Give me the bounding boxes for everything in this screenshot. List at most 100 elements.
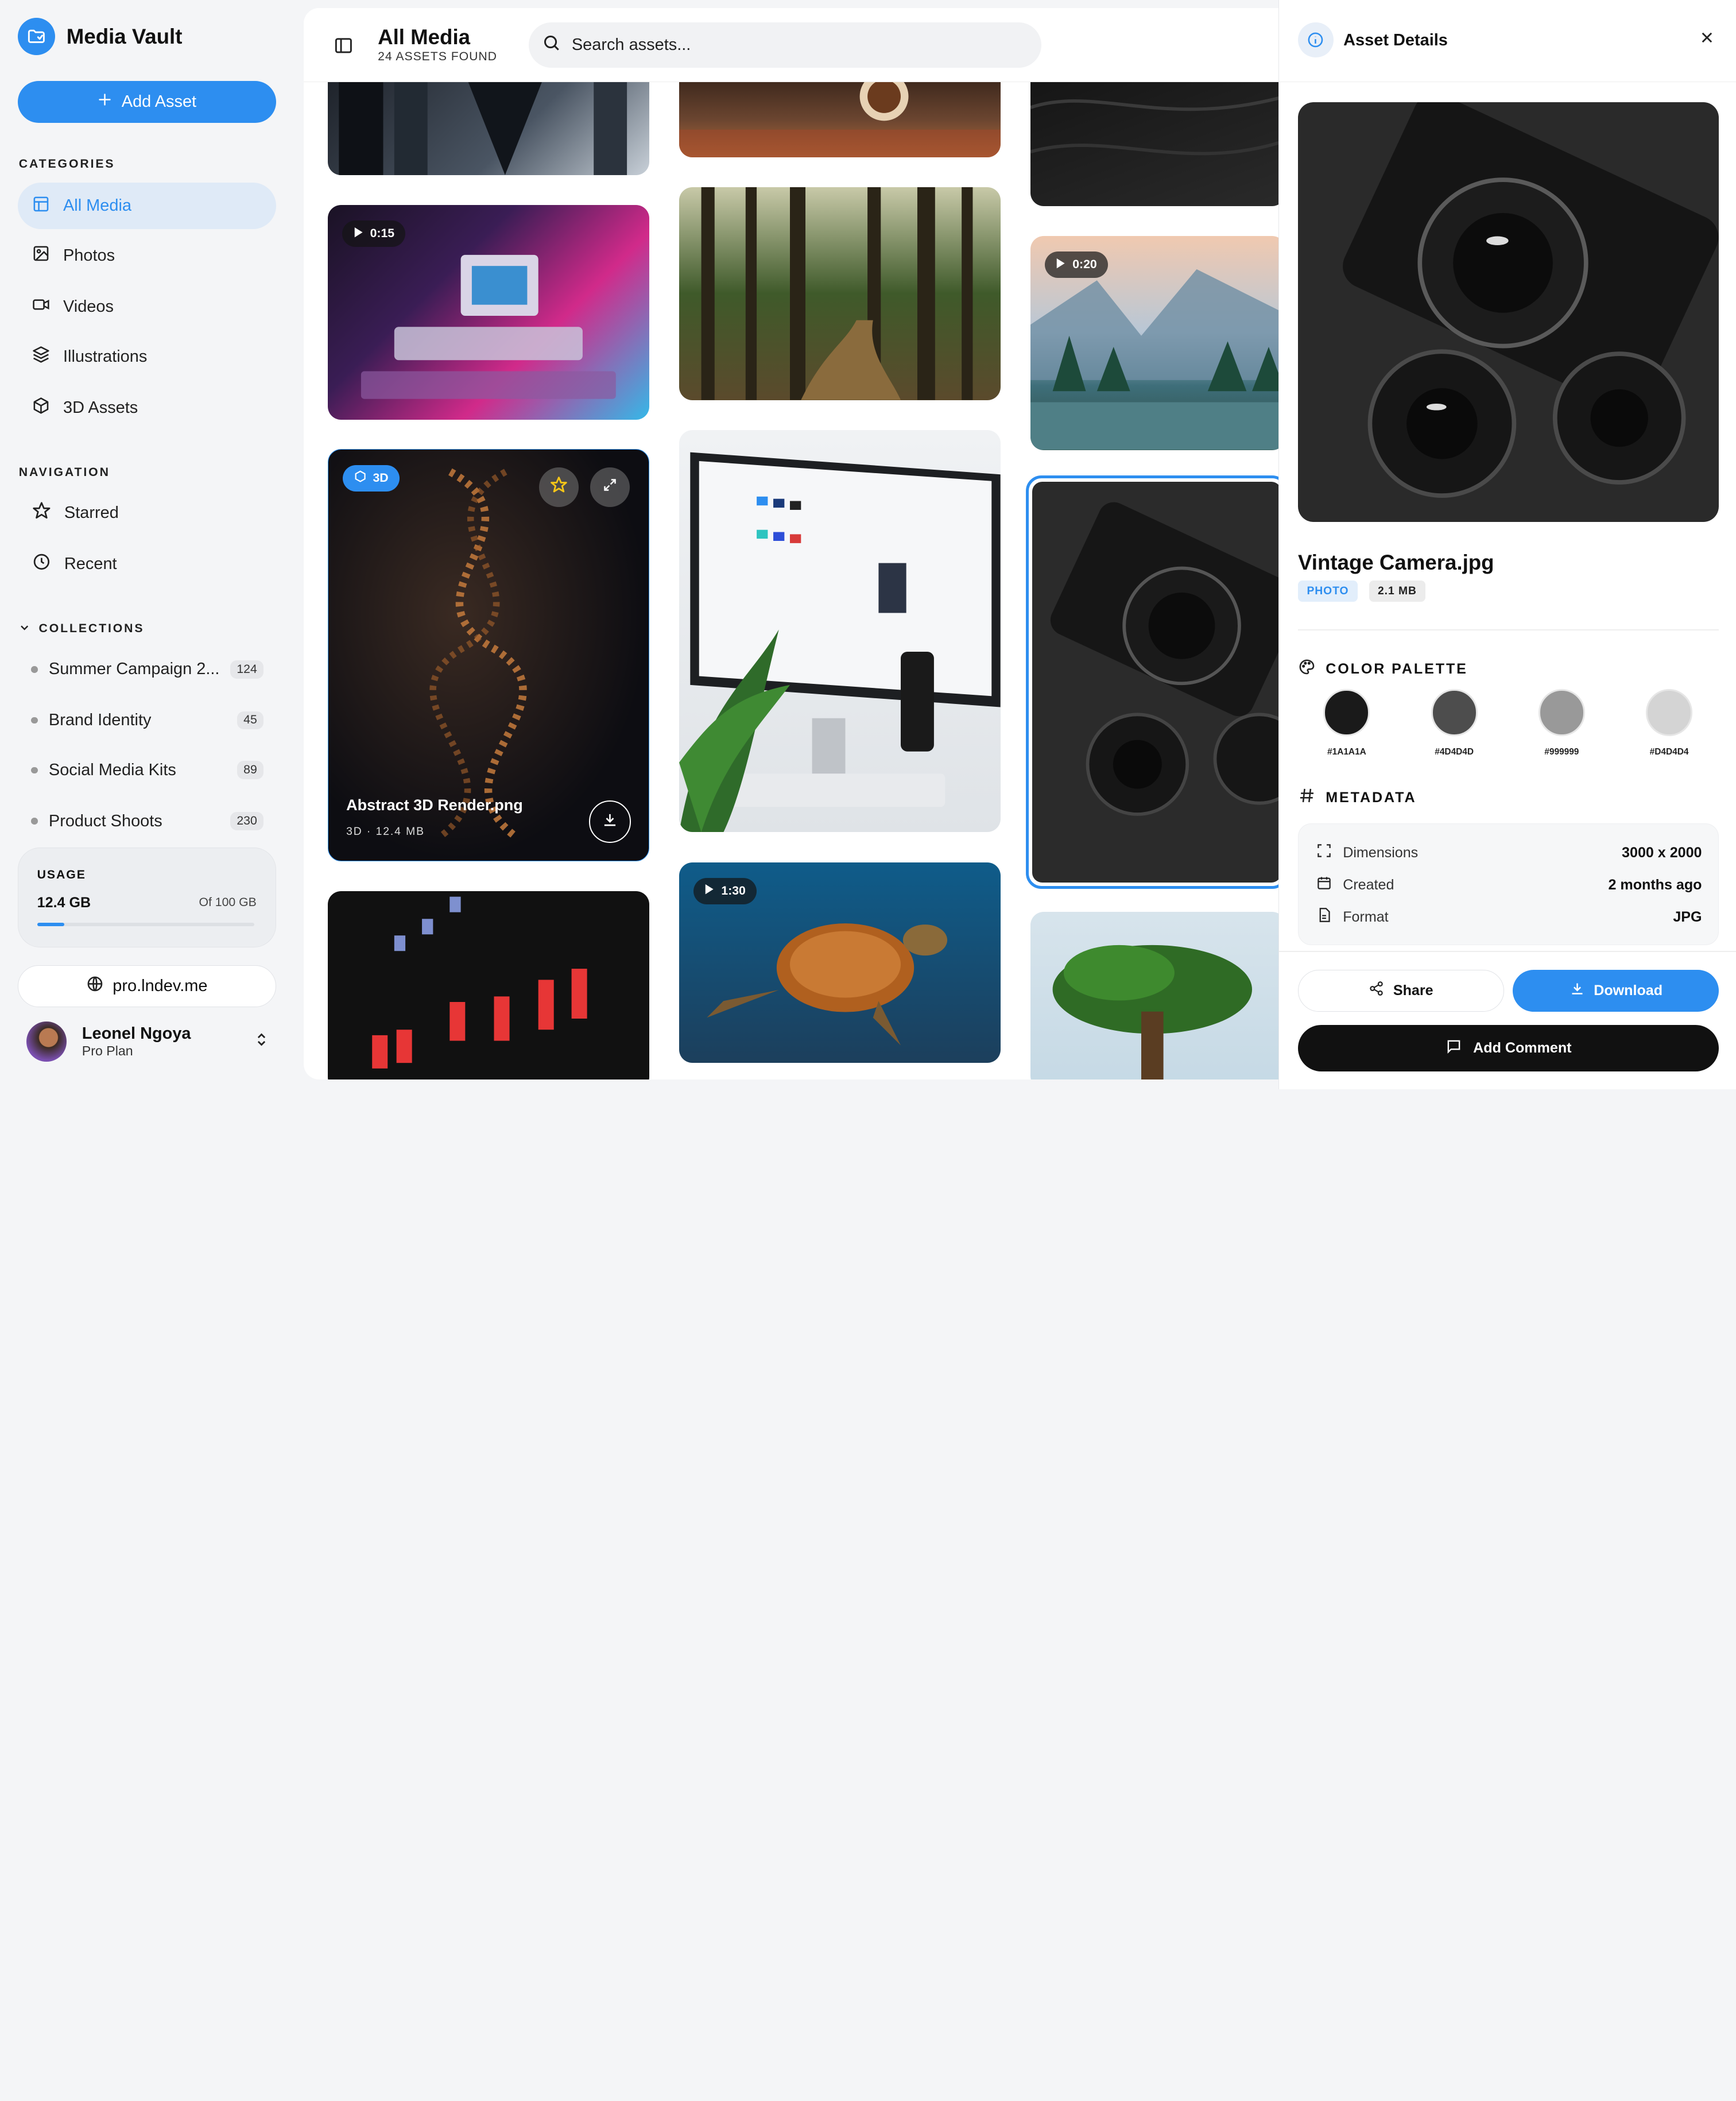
nav-label: Starred	[64, 504, 119, 523]
bullet-icon	[31, 767, 38, 774]
hash-icon	[1298, 787, 1316, 808]
share-label: Share	[1393, 982, 1433, 999]
category-videos[interactable]: Videos	[18, 284, 276, 330]
sidebar: Media Vault Add Asset CATEGORIES All Med…	[0, 0, 295, 1090]
workspace-image	[679, 452, 1001, 833]
nav-recent[interactable]: Recent	[18, 541, 276, 587]
badge-label: 3D	[373, 471, 389, 485]
metadata-title: METADATA	[1326, 789, 1417, 806]
search-bar[interactable]	[528, 22, 1042, 68]
app-logo[interactable]: Media Vault	[17, 17, 183, 56]
category-photos[interactable]: Photos	[18, 233, 276, 279]
collection-item[interactable]: Social Media Kits 89	[31, 753, 264, 787]
category-3d-assets[interactable]: 3D Assets	[18, 385, 276, 431]
collection-count: 124	[230, 660, 264, 679]
color-swatch[interactable]	[1538, 689, 1585, 736]
camera-image	[1343, 102, 1719, 498]
expand-icon	[602, 477, 618, 497]
download-button[interactable]	[588, 800, 631, 843]
calendar-icon	[1316, 875, 1332, 895]
chevron-updown-icon	[254, 1031, 269, 1052]
asset-name: Abstract 3D Render.png	[346, 796, 523, 814]
metadata-row: Dimensions 3000 x 2000	[1316, 842, 1702, 864]
media-card-tree[interactable]	[1030, 912, 1279, 1079]
search-icon	[542, 33, 561, 57]
color-swatch[interactable]	[1323, 689, 1370, 736]
collection-count: 230	[230, 812, 264, 830]
user-plan: Pro Plan	[82, 1043, 133, 1059]
camera-image	[1050, 502, 1279, 816]
video-duration-badge: 0:15	[342, 220, 406, 247]
media-card-dunes[interactable]	[1030, 63, 1279, 206]
dimensions-icon	[1316, 843, 1332, 862]
sidebar-toggle-icon[interactable]	[334, 36, 354, 60]
media-card-game-over[interactable]	[328, 891, 649, 1079]
metadata-list: Dimensions 3000 x 2000 Created 2 months …	[1298, 823, 1719, 946]
media-grid-panel: All Media 24 ASSETS FOUND 0:15 3D Abstra…	[303, 7, 1279, 1079]
image-icon	[32, 245, 50, 267]
media-card-retro-video[interactable]: 0:15	[328, 205, 649, 420]
download-button[interactable]: Download	[1513, 969, 1719, 1012]
asset-meta: 3D · 12.4 MB	[346, 825, 425, 838]
expand-button[interactable]	[590, 467, 630, 507]
collection-item[interactable]: Product Shoots 230	[31, 804, 264, 838]
app-name: Media Vault	[66, 24, 183, 48]
collection-label: Product Shoots	[48, 811, 162, 830]
collection-count: 45	[237, 711, 264, 730]
category-all-media[interactable]: All Media	[17, 183, 276, 230]
metadata-heading: METADATA	[1298, 787, 1417, 808]
collection-item[interactable]: Brand Identity 45	[31, 704, 264, 737]
user-menu[interactable]: Leonel Ngoya Pro Plan	[26, 1020, 276, 1064]
swatch-label: #1A1A1A	[1327, 746, 1366, 757]
page-title: All Media	[378, 25, 471, 49]
download-label: Download	[1594, 982, 1663, 999]
add-comment-button[interactable]: Add Comment	[1298, 1025, 1719, 1072]
layers-icon	[32, 346, 50, 368]
bullet-icon	[31, 665, 38, 673]
category-illustrations[interactable]: Illustrations	[18, 334, 276, 380]
swatch-label: #D4D4D4	[1649, 746, 1689, 757]
collection-label: Summer Campaign 2...	[48, 660, 220, 679]
metadata-value: 2 months ago	[1608, 876, 1702, 893]
collection-count: 89	[237, 761, 264, 780]
play-icon	[704, 884, 714, 898]
user-name: Leonel Ngoya	[82, 1024, 191, 1043]
color-swatch[interactable]	[1431, 689, 1478, 736]
media-card-workspace[interactable]	[679, 430, 1001, 833]
share-button[interactable]: Share	[1298, 969, 1504, 1012]
asset-name: Vintage Camera.jpg	[1298, 551, 1494, 575]
metadata-value: 3000 x 2000	[1622, 844, 1702, 861]
media-card-vintage-camera-selected[interactable]	[1026, 475, 1279, 889]
media-card-turtle-video[interactable]: 1:30	[679, 862, 1001, 1063]
collections-toggle[interactable]: COLLECTIONS	[19, 622, 145, 636]
add-comment-label: Add Comment	[1473, 1040, 1572, 1057]
metadata-value: JPG	[1673, 908, 1702, 925]
usage-progress	[37, 922, 254, 926]
play-icon	[1056, 258, 1065, 272]
details-header: Asset Details	[1279, 0, 1736, 82]
category-label: Photos	[63, 246, 115, 265]
avatar	[26, 1022, 67, 1062]
site-link-button[interactable]: pro.lndev.me	[17, 965, 276, 1008]
add-asset-button[interactable]: Add Asset	[17, 80, 276, 123]
usage-total: Of 100 GB	[199, 896, 257, 910]
video-icon	[32, 296, 50, 318]
media-card-valley-video[interactable]: 0:20	[1030, 236, 1279, 450]
close-icon[interactable]	[1698, 29, 1716, 51]
category-label: Illustrations	[63, 347, 148, 366]
star-button[interactable]	[538, 467, 579, 507]
nav-starred[interactable]: Starred	[18, 490, 276, 536]
duration-label: 0:20	[1072, 258, 1097, 272]
download-icon	[602, 811, 618, 833]
asset-preview	[1298, 102, 1719, 523]
media-card-3d-render[interactable]: 3D Abstract 3D Render.png 3D · 12.4 MB	[328, 448, 649, 861]
collection-item[interactable]: Summer Campaign 2... 124	[31, 653, 264, 686]
asset-details-panel: Asset Details Vintage Camera.jpg PHOTO 2…	[1278, 0, 1736, 1090]
usage-progress-fill	[37, 922, 64, 926]
info-icon	[1298, 22, 1334, 58]
media-card-forest[interactable]	[679, 187, 1001, 400]
color-swatch[interactable]	[1646, 689, 1693, 736]
folder-icon	[17, 17, 56, 56]
comment-icon	[1446, 1038, 1462, 1059]
search-input[interactable]	[571, 35, 993, 55]
